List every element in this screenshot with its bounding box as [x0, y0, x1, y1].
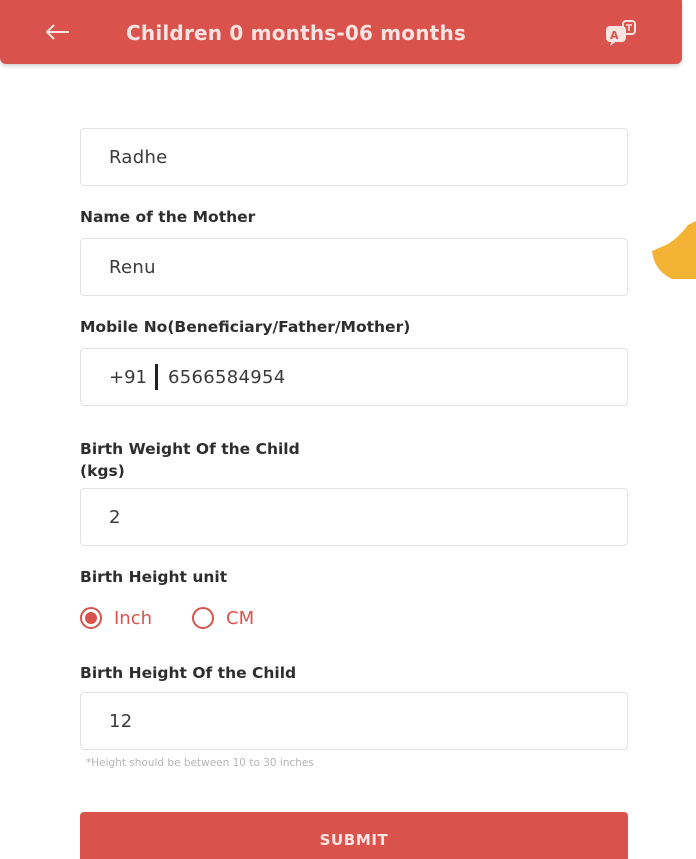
birth-height-value: 12	[109, 710, 133, 732]
birth-weight-input[interactable]: 2	[80, 488, 628, 546]
app-bar: Children 0 months-06 months A	[0, 0, 682, 64]
radio-inch[interactable]: Inch	[80, 607, 152, 629]
mother-name-label: Name of the Mother	[80, 208, 256, 226]
birth-height-label: Birth Height Of the Child	[80, 664, 297, 682]
birth-weight-label-line1: Birth Weight Of the Child	[80, 440, 300, 458]
radio-selected-dot	[85, 612, 97, 624]
birth-weight-label-line2: (kgs)	[80, 462, 125, 480]
mobile-value: 6566584954	[168, 366, 286, 388]
height-unit-radio-group: Inch CM	[80, 602, 294, 634]
translate-button[interactable]: A	[600, 18, 640, 48]
birth-weight-label: Birth Weight Of the Child (kgs)	[80, 438, 300, 482]
radio-cm[interactable]: CM	[192, 607, 254, 629]
child-name-value: Radhe	[109, 146, 168, 168]
mobile-input[interactable]: +91 6566584954	[80, 348, 628, 406]
back-button[interactable]	[38, 14, 78, 50]
birth-height-input[interactable]: 12	[80, 692, 628, 750]
text-cursor	[155, 364, 158, 390]
mother-name-value: Renu	[109, 256, 156, 278]
radio-inch-label: Inch	[114, 607, 153, 629]
radio-cm-circle[interactable]	[192, 607, 215, 629]
decorative-shape	[652, 221, 696, 279]
page-title: Children 0 months-06 months	[126, 21, 466, 45]
translate-icon: A	[606, 20, 636, 46]
birth-height-hint: *Height should be between 10 to 30 inche…	[86, 757, 314, 769]
mobile-label: Mobile No(Beneficiary/Father/Mother)	[80, 318, 411, 336]
submit-label: SUBMIT	[319, 830, 389, 849]
birth-weight-value: 2	[109, 506, 121, 528]
mother-name-input[interactable]: Renu	[80, 238, 628, 296]
radio-cm-label: CM	[226, 607, 255, 629]
country-code: +91	[109, 366, 147, 388]
height-unit-label: Birth Height unit	[80, 568, 228, 586]
svg-text:A: A	[610, 29, 619, 42]
child-name-input[interactable]: Radhe	[80, 128, 628, 186]
page: Children 0 months-06 months A Radhe Name…	[0, 0, 696, 859]
radio-inch-circle[interactable]	[80, 607, 102, 629]
arrow-left-icon	[46, 24, 69, 40]
submit-button[interactable]: SUBMIT	[80, 812, 628, 859]
